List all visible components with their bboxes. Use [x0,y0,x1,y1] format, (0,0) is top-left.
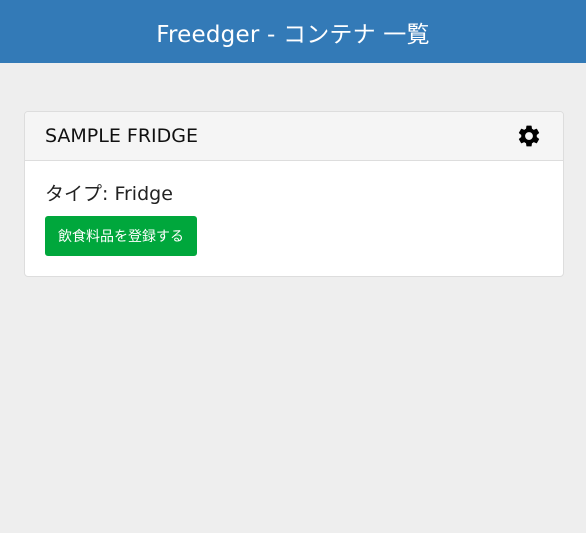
container-type-label: タイプ: [45,183,109,205]
container-type: タイプ: Fridge [45,179,543,206]
gear-icon [518,125,540,147]
container-card-header: SAMPLE FRIDGE [25,112,563,161]
page-title: Freedger - コンテナ 一覧 [156,21,430,48]
container-card: SAMPLE FRIDGE タイプ: Fridge 飲食料品を登録する [24,111,564,277]
app-header: Freedger - コンテナ 一覧 [0,0,586,63]
container-settings-button[interactable] [515,122,543,150]
container-card-body: タイプ: Fridge 飲食料品を登録する [25,161,563,276]
container-name: SAMPLE FRIDGE [45,125,198,147]
register-food-button[interactable]: 飲食料品を登録する [45,216,197,256]
container-type-value: Fridge [114,183,173,205]
container-list: SAMPLE FRIDGE タイプ: Fridge 飲食料品を登録する [0,63,586,277]
